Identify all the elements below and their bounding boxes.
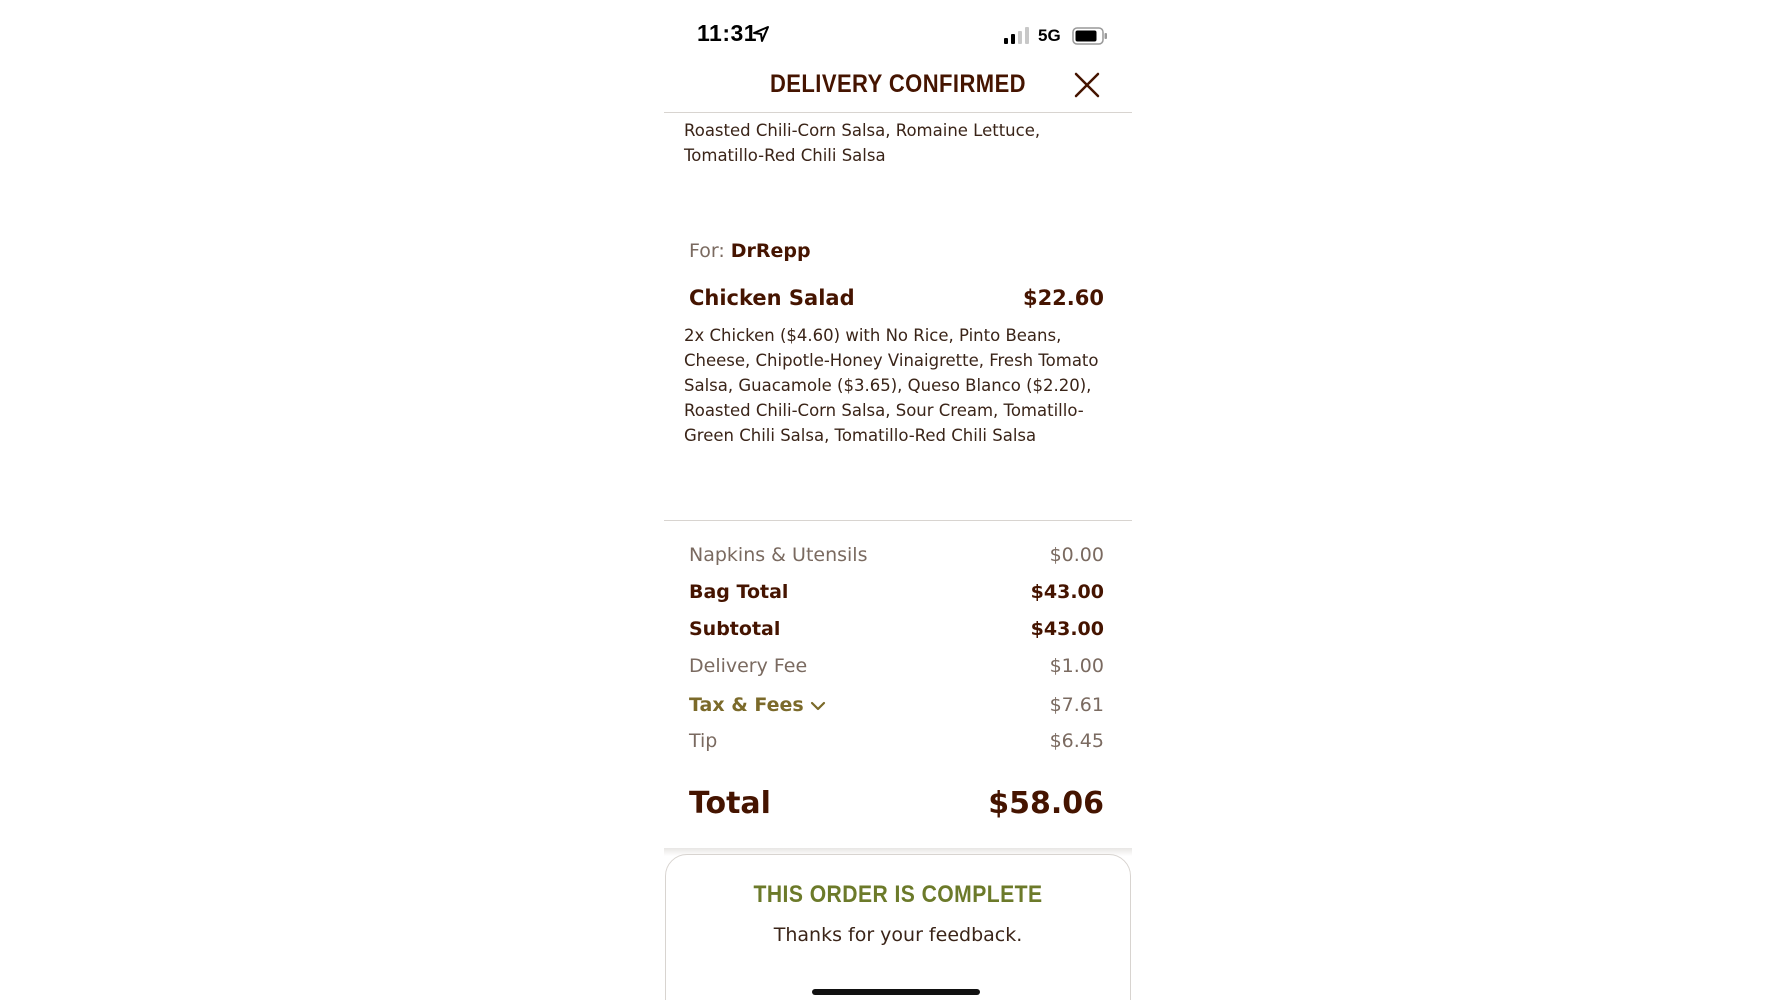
divider xyxy=(664,520,1132,521)
location-arrow-icon xyxy=(753,26,769,42)
subtotal-label: Subtotal xyxy=(689,618,781,640)
item-price: $22.60 xyxy=(1022,286,1104,310)
tax-fees-value: $7.61 xyxy=(1049,694,1104,716)
bag-total-label: Bag Total xyxy=(689,581,789,603)
summary-row-tax-fees[interactable]: Tax & Fees $7.61 xyxy=(689,694,1104,732)
recipient-row: For: DrRepp xyxy=(689,240,811,262)
recipient-name: DrRepp xyxy=(730,240,811,262)
close-icon[interactable] xyxy=(1072,70,1102,100)
order-complete-card: THIS ORDER IS COMPLETE Thanks for your f… xyxy=(665,854,1131,1000)
bag-total-value: $43.00 xyxy=(1030,581,1104,603)
napkins-value: $0.00 xyxy=(1049,544,1104,566)
napkins-label: Napkins & Utensils xyxy=(689,544,868,566)
network-label: 5G xyxy=(1038,26,1061,45)
header: DELIVERY CONFIRMED xyxy=(664,62,1132,113)
summary-row-subtotal: Subtotal $43.00 xyxy=(689,618,1104,655)
item-description: 2x Chicken ($4.60) with No Rice, Pinto B… xyxy=(684,326,1099,445)
chevron-down-icon[interactable] xyxy=(810,700,826,712)
phone-screen: 11:31 5G DELIVERY CONFIRMED Roasted Chil… xyxy=(664,0,1132,1000)
total-value: $58.06 xyxy=(988,786,1104,821)
tax-fees-toggle[interactable]: Tax & Fees xyxy=(689,694,826,716)
signal-icon xyxy=(1004,27,1029,44)
summary-row-bag-total: Bag Total $43.00 xyxy=(689,581,1104,618)
total-label: Total xyxy=(689,786,771,821)
order-summary: Napkins & Utensils $0.00 Bag Total $43.0… xyxy=(689,544,1104,767)
total-row: Total $58.06 xyxy=(689,786,1104,826)
battery-icon xyxy=(1072,27,1107,45)
item-row: Chicken Salad $22.60 xyxy=(689,286,1104,316)
status-time: 11:31 xyxy=(697,20,758,46)
tip-value: $6.45 xyxy=(1049,730,1104,752)
recipient-label: For: xyxy=(689,240,725,262)
summary-row-delivery-fee: Delivery Fee $1.00 xyxy=(689,655,1104,692)
summary-row-tip: Tip $6.45 xyxy=(689,730,1104,767)
item-name: Chicken Salad xyxy=(689,286,855,310)
order-complete-title: THIS ORDER IS COMPLETE xyxy=(753,881,1043,908)
summary-row-napkins: Napkins & Utensils $0.00 xyxy=(689,544,1104,581)
tip-label: Tip xyxy=(689,730,718,752)
subtotal-value: $43.00 xyxy=(1030,618,1104,640)
delivery-fee-label: Delivery Fee xyxy=(689,655,808,677)
page-title: DELIVERY CONFIRMED xyxy=(769,70,1027,98)
tax-fees-label: Tax & Fees xyxy=(689,694,804,716)
previous-item-description: Roasted Chili-Corn Salsa, Romaine Lettuc… xyxy=(684,121,1041,165)
delivery-fee-value: $1.00 xyxy=(1049,655,1104,677)
home-indicator[interactable] xyxy=(812,989,980,995)
status-bar: 11:31 5G xyxy=(664,0,1132,70)
order-complete-subtitle: Thanks for your feedback. xyxy=(773,924,1023,946)
